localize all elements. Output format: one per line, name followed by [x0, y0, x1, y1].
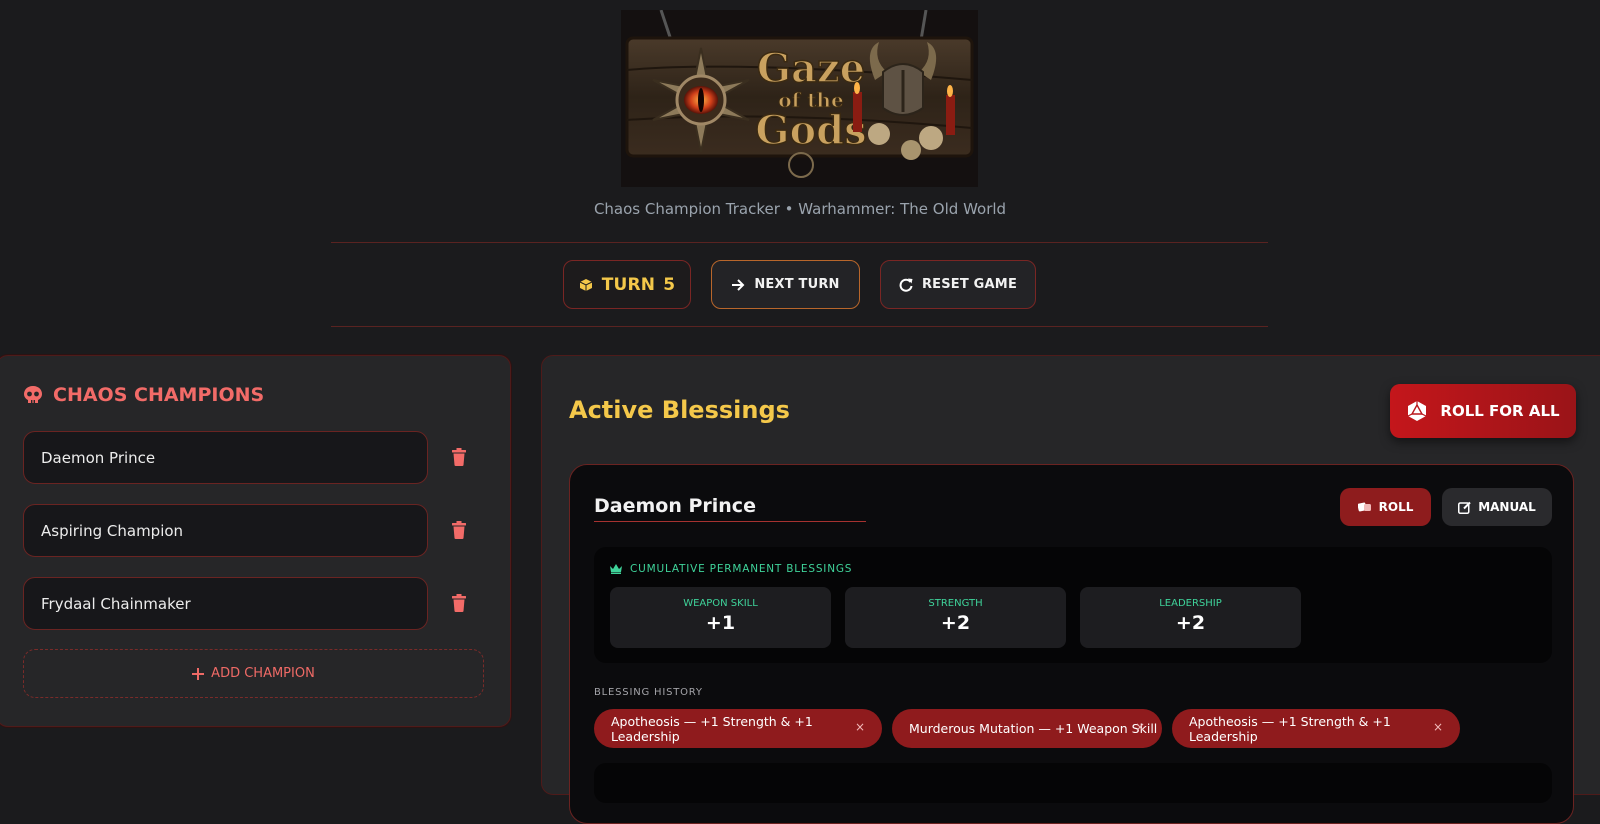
- blessing-history-chip: Murderous Mutation — +1 Weapon Skill ×: [892, 709, 1162, 748]
- crown-icon: [610, 564, 622, 574]
- add-champion-label: ADD CHAMPION: [211, 666, 315, 681]
- champion-row: Daemon Prince: [23, 431, 466, 484]
- trash-icon[interactable]: [451, 448, 467, 466]
- roll-for-all-button[interactable]: ROLL FOR ALL: [1390, 384, 1576, 438]
- turn-counter: TURN 5: [563, 260, 691, 309]
- trash-icon[interactable]: [451, 594, 467, 612]
- blessing-history-chip: Apotheosis — +1 Strength & +1 Leadership…: [594, 709, 882, 748]
- skull-icon: [24, 386, 42, 403]
- turn-value: 5: [663, 274, 676, 295]
- remove-chip-icon[interactable]: ×: [1135, 720, 1145, 734]
- champions-panel: CHAOS CHAMPIONS Daemon Prince Aspiring C…: [0, 355, 511, 727]
- champions-title-text: CHAOS CHAMPIONS: [53, 384, 265, 406]
- arrow-right-icon: [732, 278, 745, 291]
- cube-icon: [579, 278, 592, 291]
- champion-row: Aspiring Champion: [23, 504, 466, 557]
- svg-text:Gods: Gods: [755, 107, 866, 154]
- champions-panel-title: CHAOS CHAMPIONS: [23, 384, 264, 406]
- app-subtitle: Chaos Champion Tracker • Warhammer: The …: [593, 200, 1007, 218]
- divider-top: [331, 242, 1268, 243]
- logo: Gaze of the Gods: [621, 10, 978, 187]
- manual-label: MANUAL: [1478, 500, 1536, 514]
- remove-chip-icon[interactable]: ×: [1433, 720, 1443, 734]
- stat-label: LEADERSHIP: [1159, 598, 1222, 609]
- stat-label: STRENGTH: [928, 598, 983, 609]
- champion-name-input[interactable]: Frydaal Chainmaker: [23, 577, 428, 630]
- roll-button[interactable]: ROLL: [1340, 488, 1431, 526]
- roll-label: ROLL: [1378, 500, 1414, 514]
- next-section-box: [594, 763, 1552, 803]
- stat-strength: STRENGTH +2: [845, 587, 1066, 648]
- champion-name-input[interactable]: Daemon Prince: [23, 431, 428, 484]
- svg-text:Gaze: Gaze: [757, 45, 865, 92]
- logo-image: Gaze of the Gods: [621, 10, 978, 187]
- remove-chip-icon[interactable]: ×: [855, 720, 865, 734]
- manual-button[interactable]: MANUAL: [1442, 488, 1552, 526]
- blessing-history-title: BLESSING HISTORY: [594, 687, 703, 698]
- turn-label: TURN: [601, 274, 656, 295]
- stat-value: +2: [1175, 612, 1206, 634]
- card-champion-name[interactable]: Daemon Prince: [594, 495, 866, 522]
- trash-icon[interactable]: [451, 521, 467, 539]
- plus-icon: [192, 667, 205, 680]
- stat-value: +2: [940, 612, 971, 634]
- next-turn-label: NEXT TURN: [754, 277, 840, 292]
- reset-game-label: RESET GAME: [921, 277, 1018, 292]
- chip-text: Murderous Mutation — +1 Weapon Skill: [909, 721, 1158, 736]
- reset-icon: [899, 278, 913, 292]
- stat-weapon-skill: WEAPON SKILL +1: [610, 587, 831, 648]
- next-turn-button[interactable]: NEXT TURN: [711, 260, 860, 309]
- add-champion-button[interactable]: ADD CHAMPION: [23, 649, 484, 698]
- active-blessings-title: Active Blessings: [569, 396, 790, 424]
- chip-text: Apotheosis — +1 Strength & +1 Leadership: [611, 713, 813, 744]
- permanent-blessings-box: CUMULATIVE PERMANENT BLESSINGS WEAPON SK…: [594, 547, 1552, 663]
- dice-icon: [1357, 502, 1371, 512]
- permanent-blessings-title: CUMULATIVE PERMANENT BLESSINGS: [610, 563, 852, 575]
- champion-row: Frydaal Chainmaker: [23, 577, 466, 630]
- stat-value: +1: [705, 612, 736, 634]
- champion-name-input[interactable]: Aspiring Champion: [23, 504, 428, 557]
- permanent-blessings-text: CUMULATIVE PERMANENT BLESSINGS: [630, 563, 853, 575]
- champion-blessing-card: Daemon Prince ROLL MANUAL CUMULATIVE PER…: [569, 464, 1574, 824]
- roll-for-all-label: ROLL FOR ALL: [1440, 402, 1560, 420]
- blessing-history-chip: Apotheosis — +1 Strength & +1 Leadership…: [1172, 709, 1460, 748]
- chip-text: Apotheosis — +1 Strength & +1 Leadership: [1189, 713, 1391, 744]
- blessings-panel: Active Blessings ROLL FOR ALL Daemon Pri…: [541, 355, 1600, 824]
- d20-icon: [1408, 401, 1427, 421]
- divider-bottom: [331, 326, 1268, 327]
- edit-icon: [1458, 501, 1471, 514]
- reset-game-button[interactable]: RESET GAME: [880, 260, 1036, 309]
- stat-label: WEAPON SKILL: [683, 598, 758, 609]
- stat-leadership: LEADERSHIP +2: [1080, 587, 1301, 648]
